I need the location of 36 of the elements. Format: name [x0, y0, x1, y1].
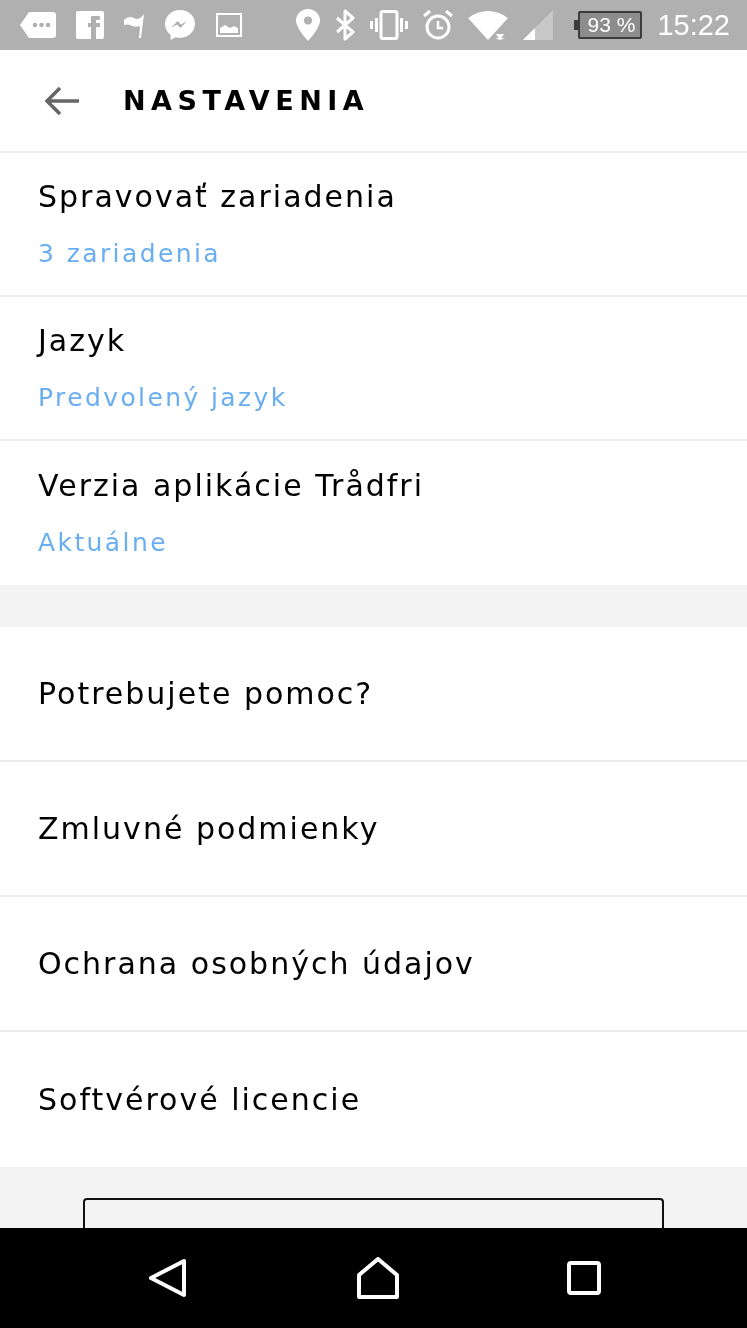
- settings-item[interactable]: Softvérové licencie: [0, 1032, 747, 1167]
- settings-item[interactable]: Ochrana osobných údajov: [0, 897, 747, 1032]
- alarm-clock-icon: [422, 10, 453, 40]
- back-icon[interactable]: [148, 1258, 188, 1298]
- vibrate-icon: [369, 10, 408, 40]
- item-title: Ochrana osobných údajov: [38, 944, 475, 983]
- item-title: Jazyk: [38, 322, 127, 360]
- item-value: Predvolený jazyk: [38, 382, 288, 414]
- home-icon[interactable]: [356, 1257, 399, 1299]
- image-icon: [216, 13, 242, 37]
- item-title: Spravovať zariadenia: [38, 178, 397, 216]
- back-arrow-icon: [45, 85, 79, 116]
- wifi-icon: [467, 10, 508, 40]
- item-title: Softvérové licencie: [38, 1080, 362, 1119]
- item-value: 3 zariadenia: [38, 238, 221, 270]
- location-pin-icon: [295, 9, 320, 41]
- message-tag-icon: [20, 12, 56, 38]
- chat-bubble-icon: [164, 9, 196, 41]
- settings-item[interactable]: Potrebujete pomoc?: [0, 627, 747, 762]
- flag-icon: [124, 12, 144, 38]
- item-value: Aktuálne: [38, 527, 168, 559]
- outlined-button[interactable]: [83, 1198, 664, 1228]
- status-time: 15:22: [657, 8, 730, 42]
- item-title: Zmluvné podmienky: [38, 809, 380, 848]
- bluetooth-icon: [334, 9, 355, 41]
- item-title: Potrebujete pomoc?: [38, 674, 374, 713]
- battery-percent: 93 %: [587, 13, 636, 37]
- square-f-icon: [76, 11, 104, 39]
- settings-item[interactable]: Verzia aplikácie Trådfri Aktuálne: [0, 441, 747, 585]
- page-title: NASTAVENIA: [123, 85, 370, 116]
- square-icon[interactable]: [567, 1261, 601, 1295]
- signal-icon: [522, 10, 553, 40]
- settings-item[interactable]: Zmluvné podmienky: [0, 762, 747, 897]
- settings-item[interactable]: Spravovať zariadenia 3 zariadenia: [0, 153, 747, 297]
- item-title: Verzia aplikácie Trådfri: [38, 467, 425, 505]
- settings-item[interactable]: Jazyk Predvolený jazyk: [0, 297, 747, 441]
